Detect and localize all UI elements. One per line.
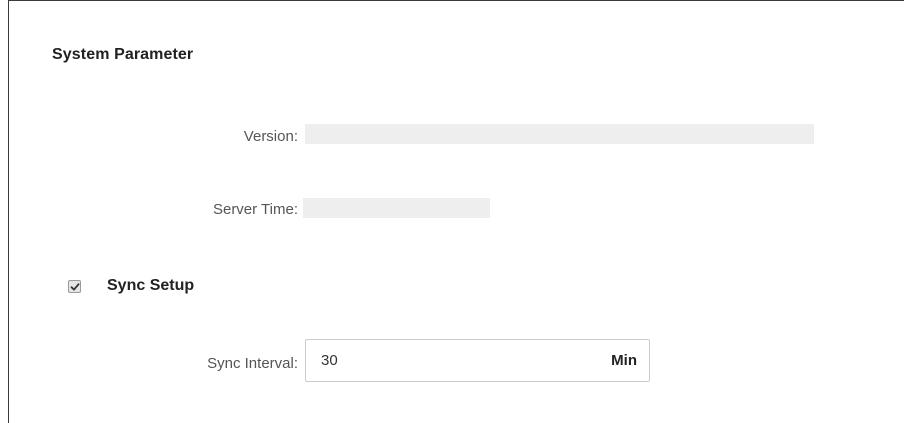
server-time-value bbox=[303, 198, 490, 218]
version-label: Version: bbox=[243, 128, 298, 145]
sync-interval-value[interactable]: 30 bbox=[321, 352, 611, 369]
sync-setup-row[interactable]: Sync Setup bbox=[68, 277, 194, 295]
sync-setup-label: Sync Setup bbox=[107, 277, 195, 294]
version-value bbox=[305, 124, 814, 144]
sync-interval-unit: Min bbox=[611, 352, 637, 369]
sync-setup-checkbox[interactable] bbox=[68, 279, 81, 293]
system-parameter-panel: System Parameter Version: Server Time: S… bbox=[8, 0, 904, 423]
sync-interval-label: Sync Interval: bbox=[207, 355, 298, 372]
sync-interval-input[interactable]: 30 Min bbox=[305, 339, 650, 382]
server-time-label: Server Time: bbox=[212, 201, 298, 218]
section-title: System Parameter bbox=[52, 46, 194, 63]
checkmark-icon bbox=[70, 282, 80, 290]
